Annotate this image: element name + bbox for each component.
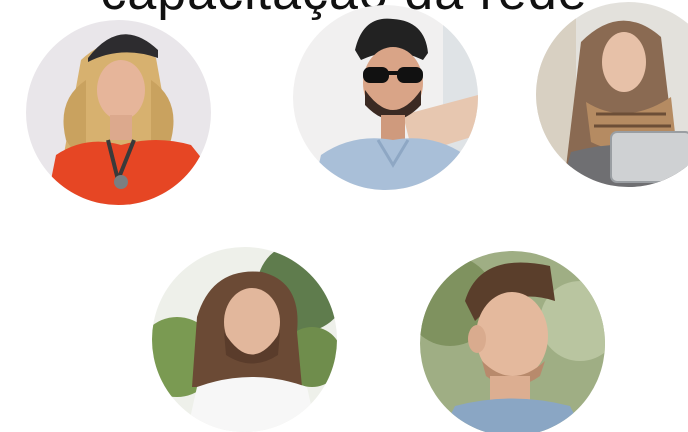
profile-photo-4 [152, 247, 337, 432]
profile-photo-5 [420, 251, 605, 432]
profile-photo-1 [26, 20, 211, 205]
profile-photo-3 [536, 2, 688, 187]
page: capacitação da rede [0, 0, 688, 432]
profile-photo-2 [293, 5, 478, 190]
